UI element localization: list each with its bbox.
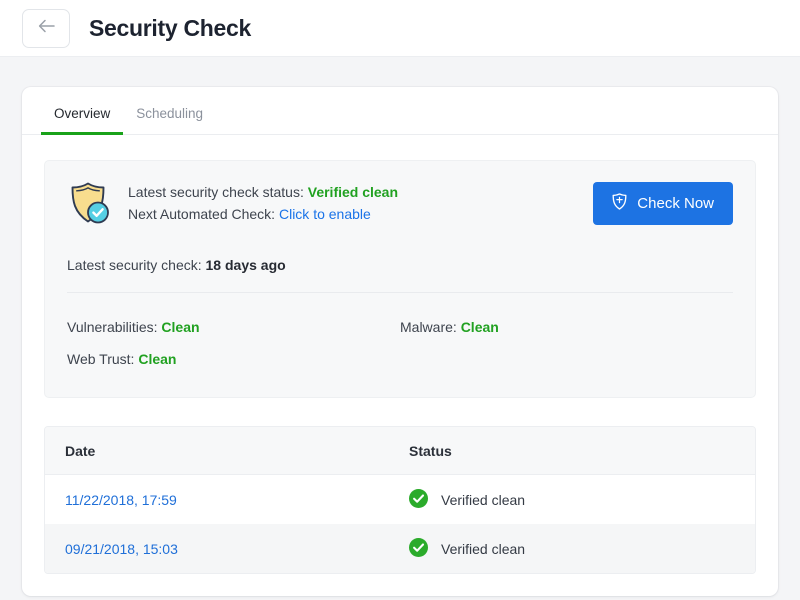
next-check-label: Next Automated Check:	[128, 206, 276, 222]
metric-value: Clean	[138, 351, 177, 367]
metric-value: Clean	[460, 319, 499, 335]
check-circle-icon	[409, 488, 428, 511]
check-circle-icon	[409, 537, 428, 560]
metric-label: Vulnerabilities:	[67, 319, 158, 335]
table-cell-date: 11/22/2018, 17:59	[65, 492, 409, 508]
check-now-label: Check Now	[637, 195, 714, 212]
next-check-line: Next Automated Check: Click to enable	[128, 203, 398, 225]
table-cell-date: 09/21/2018, 15:03	[65, 541, 409, 557]
enable-automated-check-link[interactable]: Click to enable	[279, 206, 371, 222]
column-header-date: Date	[65, 442, 96, 459]
table-cell-status: Verified clean	[409, 537, 735, 560]
back-button[interactable]	[22, 8, 70, 48]
metric-label: Malware:	[400, 319, 457, 335]
history-status-text: Verified clean	[441, 540, 526, 557]
metric-vulnerabilities: Vulnerabilities: Clean	[67, 311, 400, 343]
latest-check-row: Latest security check: 18 days ago	[67, 257, 733, 273]
panel-divider	[67, 292, 733, 293]
summary-panel: Latest security check status: Verified c…	[44, 160, 756, 398]
summary-status-group: Latest security check status: Verified c…	[67, 179, 398, 230]
metric-label: Web Trust:	[67, 351, 135, 367]
latest-status-line: Latest security check status: Verified c…	[128, 181, 398, 203]
history-table: Date Status 11/22/2018, 17:59 Verified c…	[44, 426, 756, 574]
latest-status-label: Latest security check status:	[128, 184, 304, 200]
arrow-left-icon	[38, 19, 55, 38]
page-title: Security Check	[89, 14, 251, 41]
metric-web-trust: Web Trust: Clean	[67, 343, 400, 375]
tab-bar: Overview Scheduling	[22, 87, 778, 135]
tab-overview[interactable]: Overview	[41, 106, 124, 135]
check-now-button[interactable]: Check Now	[593, 182, 733, 225]
history-date-link[interactable]: 09/21/2018, 15:03	[65, 541, 178, 557]
history-status-text: Verified clean	[441, 491, 526, 508]
shield-check-icon	[67, 181, 111, 230]
app-header: Security Check	[0, 0, 800, 57]
summary-panel-top: Latest security check status: Verified c…	[67, 179, 733, 230]
history-date-link[interactable]: 11/22/2018, 17:59	[65, 492, 177, 508]
table-row[interactable]: 09/21/2018, 15:03 Verified clean	[45, 524, 755, 573]
table-row[interactable]: 11/22/2018, 17:59 Verified clean	[45, 475, 755, 524]
status-text-group: Latest security check status: Verified c…	[128, 179, 398, 225]
table-header-row: Date Status	[45, 427, 755, 475]
metric-malware: Malware: Clean	[400, 311, 733, 343]
latest-status-value: Verified clean	[307, 184, 399, 200]
shield-icon	[612, 193, 627, 214]
latest-check-value: 18 days ago	[205, 257, 286, 273]
security-check-card: Overview Scheduling Latest security chec…	[22, 87, 778, 596]
column-header-status: Status	[409, 442, 452, 459]
tab-scheduling[interactable]: Scheduling	[123, 106, 216, 136]
table-cell-status: Verified clean	[409, 488, 735, 511]
metrics-grid: Vulnerabilities: Clean Malware: Clean We…	[67, 311, 733, 375]
latest-check-label: Latest security check:	[67, 257, 202, 273]
metric-value: Clean	[161, 319, 200, 335]
